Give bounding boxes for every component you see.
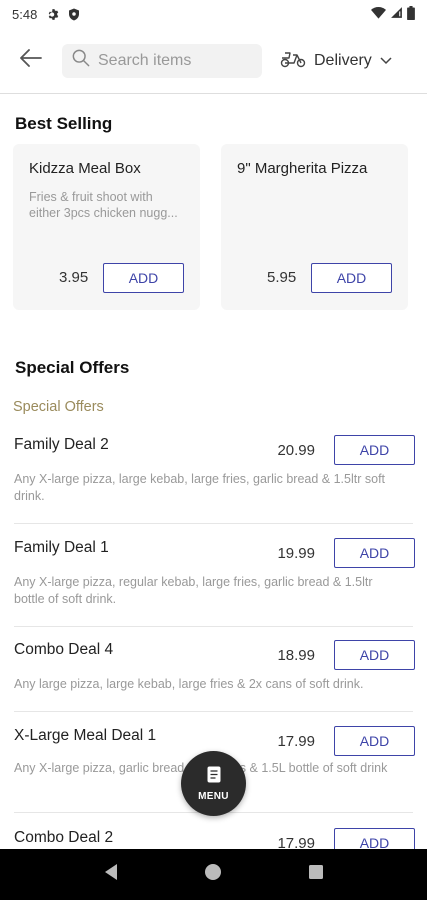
item-name: Combo Deal 4: [14, 641, 114, 658]
nav-back-button[interactable]: [91, 855, 131, 895]
item-price: 17.99: [277, 835, 315, 849]
menu-fab-button[interactable]: MENU: [181, 751, 246, 816]
battery-icon: [407, 5, 415, 23]
best-selling-card[interactable]: 9" Margherita Pizza 5.95 ADD: [221, 144, 408, 310]
signal-icon: [390, 6, 403, 22]
special-offers-subtitle: Special Offers: [13, 399, 104, 415]
item-price: 5.95: [267, 269, 297, 286]
scooter-icon: [280, 48, 306, 73]
item-description: Any X-large pizza, regular kebab, large …: [14, 575, 373, 606]
delivery-label: Delivery: [314, 51, 372, 69]
item-price: 18.99: [277, 647, 315, 664]
search-box[interactable]: [62, 43, 262, 78]
item-price: 20.99: [277, 442, 315, 459]
nav-recents-button[interactable]: [296, 855, 336, 895]
add-button[interactable]: ADD: [334, 726, 415, 756]
add-button[interactable]: ADD: [334, 828, 415, 849]
item-price: 19.99: [277, 545, 315, 562]
status-bar: 5:48: [0, 0, 427, 28]
settings-gear-icon: [47, 8, 60, 21]
chevron-down-icon: [380, 52, 392, 70]
item-name: 9" Margherita Pizza: [237, 160, 368, 177]
square-recents-icon: [308, 864, 324, 885]
search-input[interactable]: [98, 51, 248, 70]
best-selling-card[interactable]: Kidzza Meal Box Fries & fruit shoot with…: [13, 144, 200, 310]
item-price: 17.99: [277, 733, 315, 750]
top-app-bar: Delivery: [0, 28, 427, 94]
item-description: Fries & fruit shoot with either 3pcs chi…: [29, 190, 178, 220]
item-name: Family Deal 2: [14, 436, 109, 453]
menu-content[interactable]: Best Selling Kidzza Meal Box Fries & fru…: [0, 95, 427, 849]
add-button[interactable]: ADD: [334, 435, 415, 465]
menu-fab-label: MENU: [198, 790, 229, 802]
search-icon: [72, 49, 90, 72]
item-name: Kidzza Meal Box: [29, 160, 141, 177]
back-button[interactable]: [0, 28, 62, 94]
circle-home-icon: [204, 863, 222, 886]
delivery-selector[interactable]: Delivery: [280, 48, 392, 73]
menu-document-icon: [207, 766, 221, 788]
wifi-icon: [371, 6, 386, 22]
divider: [14, 523, 413, 524]
divider: [14, 626, 413, 627]
divider: [14, 711, 413, 712]
add-button[interactable]: ADD: [334, 640, 415, 670]
item-name: X-Large Meal Deal 1: [14, 727, 157, 744]
item-name: Family Deal 1: [14, 539, 109, 556]
best-selling-title: Best Selling: [15, 114, 113, 133]
status-time: 5:48: [12, 6, 38, 22]
add-button[interactable]: ADD: [334, 538, 415, 568]
system-nav-bar: [0, 849, 427, 900]
item-description: Any X-large pizza, large kebab, large fr…: [14, 472, 386, 503]
item-name: Combo Deal 2: [14, 829, 114, 846]
arrow-left-icon: [20, 49, 42, 72]
item-price: 3.95: [59, 269, 89, 286]
nav-home-button[interactable]: [193, 855, 233, 895]
triangle-back-icon: [103, 863, 119, 886]
add-button[interactable]: ADD: [103, 263, 184, 293]
shield-icon: [68, 8, 80, 21]
item-description: Any large pizza, large kebab, large frie…: [14, 677, 364, 691]
special-offers-title: Special Offers: [15, 358, 130, 377]
add-button[interactable]: ADD: [311, 263, 392, 293]
